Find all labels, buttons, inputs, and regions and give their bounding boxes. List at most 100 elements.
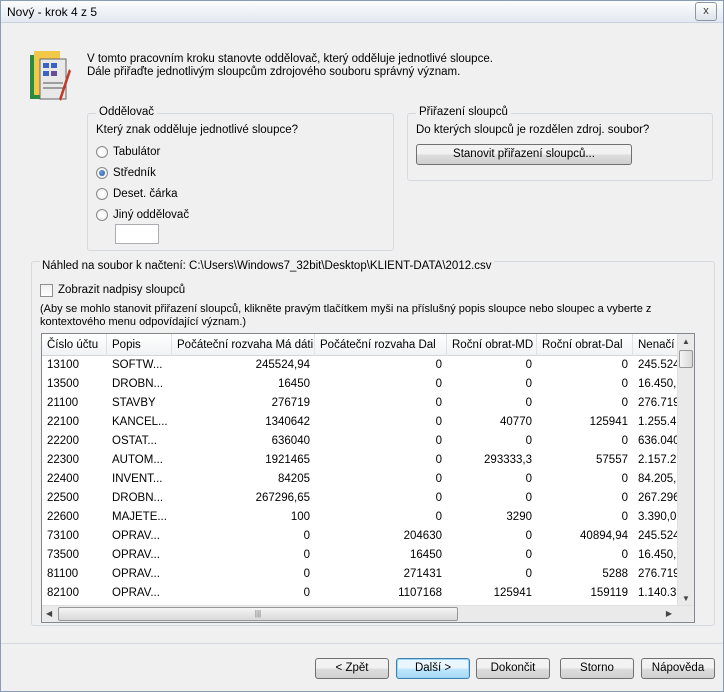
preview-grid[interactable]: Číslo účtu Popis Počáteční rozvaha Má dá… bbox=[41, 333, 695, 623]
cell-annual-debit[interactable]: 293333,3 bbox=[447, 454, 532, 466]
radio-decimal-comma-circle[interactable] bbox=[96, 188, 108, 200]
cell-not-loaded[interactable]: 16.450, bbox=[638, 549, 682, 561]
cell-description[interactable]: OPRAV... bbox=[112, 530, 170, 542]
cell-account[interactable]: 22200 bbox=[47, 435, 105, 447]
cell-account[interactable]: 22500 bbox=[47, 492, 105, 504]
cell-not-loaded[interactable]: 245.524 bbox=[638, 530, 682, 542]
cell-not-loaded[interactable]: 2.157.2 bbox=[638, 454, 682, 466]
back-button[interactable]: < Zpět bbox=[315, 658, 389, 679]
col-header-opening-credit[interactable]: Počáteční rozvaha Dal bbox=[315, 334, 447, 356]
radio-other[interactable]: Jiný oddělovač bbox=[96, 209, 189, 221]
cell-account[interactable]: 22600 bbox=[47, 511, 105, 523]
cell-description[interactable]: DROBN... bbox=[112, 378, 170, 390]
col-header-annual-credit[interactable]: Roční obrat-Dal bbox=[537, 334, 633, 356]
cell-opening-credit[interactable]: 0 bbox=[315, 454, 442, 466]
col-header-account[interactable]: Číslo účtu bbox=[42, 334, 107, 356]
cell-opening-credit[interactable]: 0 bbox=[315, 397, 442, 409]
cell-annual-debit[interactable]: 0 bbox=[447, 378, 532, 390]
cell-description[interactable]: INVENT... bbox=[112, 473, 170, 485]
table-row[interactable]: 73500 OPRAV... 0 16450 0 0 16.450, bbox=[42, 547, 682, 566]
cell-opening-credit[interactable]: 0 bbox=[315, 435, 442, 447]
cell-description[interactable]: DROBN... bbox=[112, 492, 170, 504]
cell-opening-debit[interactable]: 0 bbox=[172, 587, 310, 599]
cell-not-loaded[interactable]: 3.390,0 bbox=[638, 511, 682, 523]
cell-annual-debit[interactable]: 0 bbox=[447, 530, 532, 542]
scroll-right-icon[interactable]: ▶ bbox=[666, 609, 672, 618]
cell-opening-debit[interactable]: 1921465 bbox=[172, 454, 310, 466]
cell-annual-debit[interactable]: 0 bbox=[447, 492, 532, 504]
cell-opening-credit[interactable]: 0 bbox=[315, 359, 442, 371]
cell-annual-credit[interactable]: 0 bbox=[537, 435, 628, 447]
other-separator-input[interactable] bbox=[115, 224, 159, 244]
cell-account[interactable]: 21100 bbox=[47, 397, 105, 409]
cell-description[interactable]: KANCEL... bbox=[112, 416, 170, 428]
vertical-scrollbar[interactable]: ▲ ▼ bbox=[677, 334, 694, 606]
table-row[interactable]: 22600 MAJETE... 100 0 3290 0 3.390,0 bbox=[42, 509, 682, 528]
scroll-up-icon[interactable]: ▲ bbox=[682, 337, 690, 346]
cell-annual-credit[interactable]: 0 bbox=[537, 492, 628, 504]
cell-not-loaded[interactable]: 1.140.3 bbox=[638, 587, 682, 599]
radio-semicolon[interactable]: Středník bbox=[96, 167, 156, 179]
cell-annual-debit[interactable]: 0 bbox=[447, 549, 532, 561]
cell-description[interactable]: MAJETE... bbox=[112, 511, 170, 523]
radio-other-circle[interactable] bbox=[96, 209, 108, 221]
cell-opening-debit[interactable]: 84205 bbox=[172, 473, 310, 485]
cell-description[interactable]: OPRAV... bbox=[112, 568, 170, 580]
cell-annual-credit[interactable]: 40894,94 bbox=[537, 530, 628, 542]
radio-decimal-comma[interactable]: Deset. čárka bbox=[96, 188, 178, 200]
cell-description[interactable]: OSTAT... bbox=[112, 435, 170, 447]
cell-not-loaded[interactable]: 16.450, bbox=[638, 378, 682, 390]
table-row[interactable]: 21100 STAVBY 276719 0 0 0 276.719 bbox=[42, 395, 682, 414]
cell-annual-credit[interactable]: 0 bbox=[537, 378, 628, 390]
cancel-button[interactable]: Storno bbox=[560, 658, 634, 679]
table-row[interactable]: 82100 OPRAV... 0 1107168 125941 159119 1.140.3 bbox=[42, 585, 682, 604]
cell-opening-credit[interactable]: 0 bbox=[315, 416, 442, 428]
cell-annual-credit[interactable]: 0 bbox=[537, 359, 628, 371]
cell-not-loaded[interactable]: 276.719 bbox=[638, 568, 682, 580]
table-row[interactable]: 22400 INVENT... 84205 0 0 0 84.205, bbox=[42, 471, 682, 490]
cell-account[interactable]: 22300 bbox=[47, 454, 105, 466]
table-row[interactable]: 13100 SOFTW... 245524,94 0 0 0 245.524 bbox=[42, 357, 682, 376]
cell-account[interactable]: 13500 bbox=[47, 378, 105, 390]
cell-annual-credit[interactable]: 0 bbox=[537, 397, 628, 409]
cell-opening-credit[interactable]: 1107168 bbox=[315, 587, 442, 599]
table-row[interactable]: 73100 OPRAV... 0 204630 0 40894,94 245.524 bbox=[42, 528, 682, 547]
cell-annual-debit[interactable]: 0 bbox=[447, 568, 532, 580]
cell-description[interactable]: AUTOM... bbox=[112, 454, 170, 466]
cell-opening-credit[interactable]: 0 bbox=[315, 473, 442, 485]
cell-annual-debit[interactable]: 40770 bbox=[447, 416, 532, 428]
cell-annual-credit[interactable]: 0 bbox=[537, 549, 628, 561]
table-row[interactable]: 22500 DROBN... 267296,65 0 0 0 267.296 bbox=[42, 490, 682, 509]
cell-annual-debit[interactable]: 0 bbox=[447, 359, 532, 371]
cell-annual-debit[interactable]: 125941 bbox=[447, 587, 532, 599]
cell-not-loaded[interactable]: 276.719 bbox=[638, 397, 682, 409]
col-header-not-loaded[interactable]: Nenačí bbox=[633, 334, 682, 356]
cell-annual-credit[interactable]: 57557 bbox=[537, 454, 628, 466]
horizontal-scrollbar[interactable]: ◀ ||| ▶ bbox=[42, 605, 694, 622]
table-row[interactable]: 22300 AUTOM... 1921465 0 293333,3 57557 2.157.… bbox=[42, 452, 682, 471]
cell-annual-credit[interactable]: 0 bbox=[537, 511, 628, 523]
cell-account[interactable]: 82100 bbox=[47, 587, 105, 599]
table-row[interactable]: 13500 DROBN... 16450 0 0 0 16.450, bbox=[42, 376, 682, 395]
table-row[interactable]: 22100 KANCEL... 1340642 0 40770 125941 1.255.4 bbox=[42, 414, 682, 433]
cell-annual-debit[interactable]: 3290 bbox=[447, 511, 532, 523]
cell-opening-debit[interactable]: 1340642 bbox=[172, 416, 310, 428]
cell-account[interactable]: 73100 bbox=[47, 530, 105, 542]
cell-opening-debit[interactable]: 0 bbox=[172, 568, 310, 580]
radio-tab[interactable]: Tabulátor bbox=[96, 146, 160, 158]
cell-opening-credit[interactable]: 0 bbox=[315, 492, 442, 504]
cell-opening-debit[interactable]: 245524,94 bbox=[172, 359, 310, 371]
cell-not-loaded[interactable]: 245.524 bbox=[638, 359, 682, 371]
cell-description[interactable]: OPRAV... bbox=[112, 549, 170, 561]
close-button[interactable]: x bbox=[695, 2, 717, 21]
cell-opening-debit[interactable]: 0 bbox=[172, 530, 310, 542]
cell-opening-debit[interactable]: 267296,65 bbox=[172, 492, 310, 504]
cell-not-loaded[interactable]: 267.296 bbox=[638, 492, 682, 504]
cell-opening-credit[interactable]: 0 bbox=[315, 378, 442, 390]
table-row[interactable]: 81100 OPRAV... 0 271431 0 5288 276.719 bbox=[42, 566, 682, 585]
cell-description[interactable]: SOFTW... bbox=[112, 359, 170, 371]
cell-opening-credit[interactable]: 16450 bbox=[315, 549, 442, 561]
scroll-left-icon[interactable]: ◀ bbox=[46, 609, 52, 618]
scroll-down-icon[interactable]: ▼ bbox=[682, 594, 690, 603]
cell-not-loaded[interactable]: 636.040 bbox=[638, 435, 682, 447]
